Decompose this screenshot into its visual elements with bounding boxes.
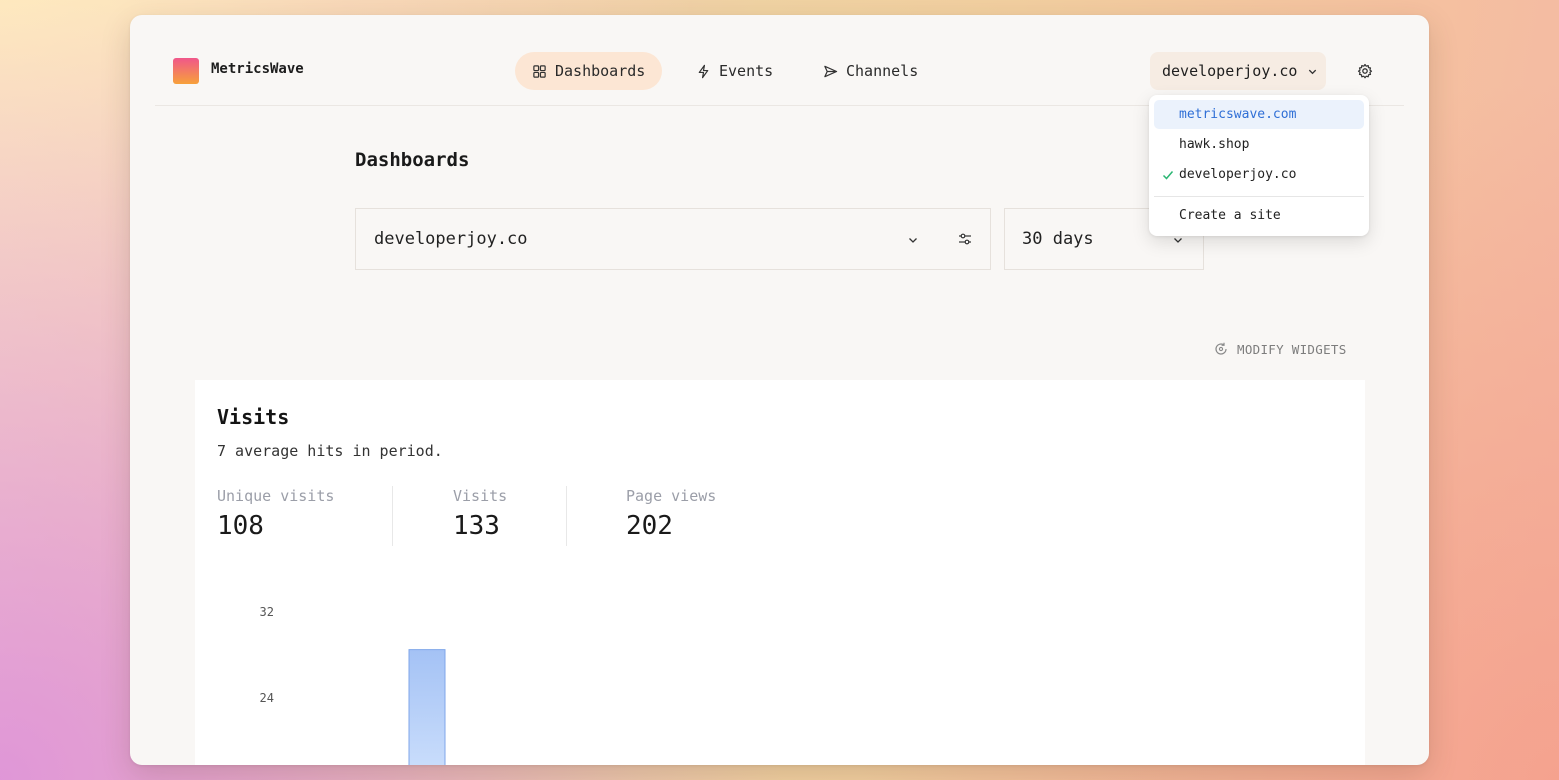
modify-widgets-label: MODIFY WIDGETS xyxy=(1237,341,1347,357)
y-tick-label: 32 xyxy=(260,605,274,619)
top-navigation-bar: MetricsWave Dashboards Events Channels d… xyxy=(155,15,1404,106)
lightning-icon xyxy=(698,64,709,78)
site-dropdown-menu: metricswave.com hawk.shop developerjoy.c… xyxy=(1149,95,1369,236)
date-range-value: 30 days xyxy=(1022,229,1094,249)
chevron-down-icon xyxy=(909,238,917,243)
site-select-value: developerjoy.co xyxy=(374,229,528,249)
nav-dashboards[interactable]: Dashboards xyxy=(515,52,663,90)
page-title: Dashboards xyxy=(355,149,470,171)
site-option-label: metricswave.com xyxy=(1179,107,1297,122)
site-option-label: developerjoy.co xyxy=(1179,167,1297,182)
modify-widgets-button[interactable]: MODIFY WIDGETS xyxy=(1213,341,1347,357)
app-logo-icon xyxy=(173,58,199,84)
nav-events-label: Events xyxy=(719,62,774,80)
grid-icon xyxy=(533,64,546,78)
filter-sliders-icon[interactable] xyxy=(957,231,973,247)
nav-dashboards-label: Dashboards xyxy=(555,62,646,80)
refresh-icon xyxy=(1215,342,1227,355)
nav-channels[interactable]: Channels xyxy=(806,52,935,90)
site-select[interactable]: developerjoy.co xyxy=(355,208,991,270)
check-icon xyxy=(1162,171,1174,180)
app-window: MetricsWave Dashboards Events Channels d… xyxy=(130,15,1429,765)
gear-icon[interactable] xyxy=(1357,63,1373,79)
y-tick-label: 24 xyxy=(260,691,274,705)
send-icon xyxy=(824,65,838,77)
visits-bar-chart: 32 24 xyxy=(260,605,446,765)
nav-channels-label: Channels xyxy=(846,62,919,80)
menu-divider xyxy=(1154,196,1364,197)
create-site-label: Create a site xyxy=(1179,208,1281,223)
site-option-label: hawk.shop xyxy=(1179,137,1250,152)
chart-bar[interactable] xyxy=(408,649,446,765)
site-option-developerjoy[interactable]: developerjoy.co xyxy=(1154,160,1364,189)
site-option-hawk-shop[interactable]: hawk.shop xyxy=(1154,130,1364,159)
site-switcher-label: developerjoy.co xyxy=(1162,62,1298,80)
create-site-button[interactable]: Create a site xyxy=(1154,201,1364,230)
nav-events[interactable]: Events xyxy=(679,52,790,90)
site-option-metricswave[interactable]: metricswave.com xyxy=(1154,100,1364,129)
site-switcher-button[interactable]: developerjoy.co xyxy=(1150,52,1326,90)
app-name: MetricsWave xyxy=(211,61,304,77)
visits-card: Visits 7 average hits in period. Unique … xyxy=(195,380,1365,765)
chevron-down-icon xyxy=(1309,69,1317,74)
